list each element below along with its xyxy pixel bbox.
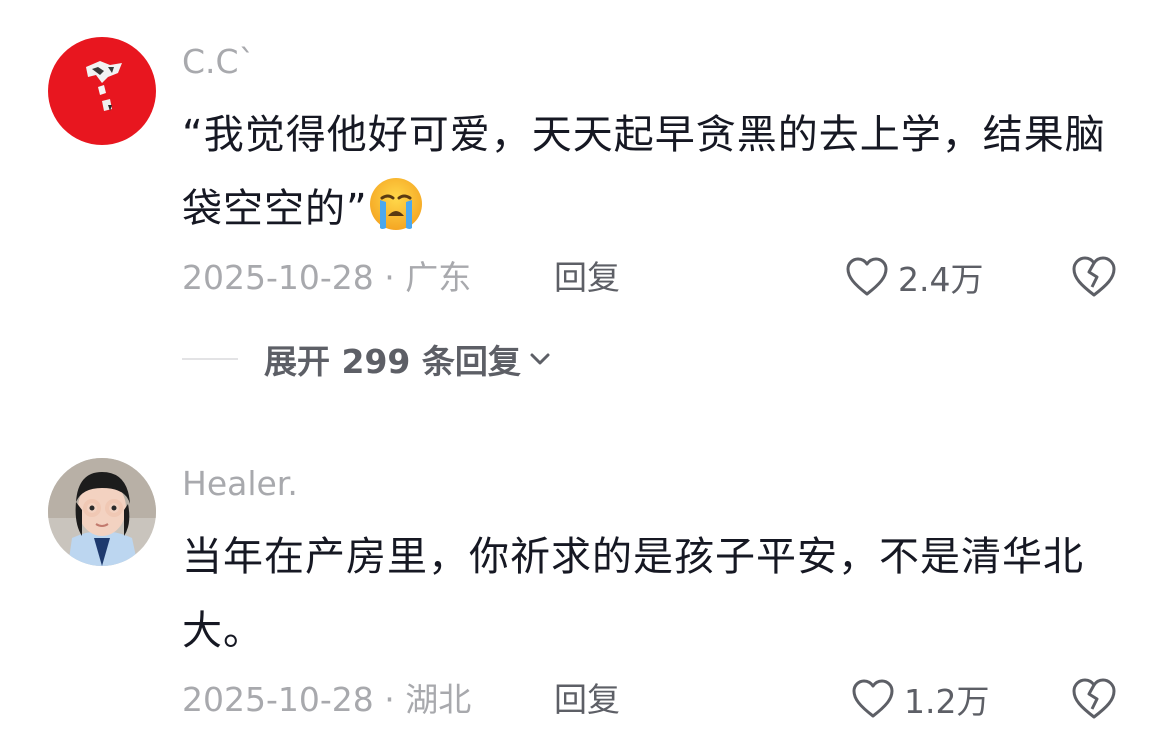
comment-item: C.C` “我觉得他好可爱，天天起早贪黑的去上学，结果脑袋空空的” 2025-1…: [0, 0, 1169, 420]
comment-meta: 2025-10-28 · 湖北 回复 1.2万: [182, 674, 1121, 724]
expand-replies: 展开 299 条回复: [182, 336, 551, 382]
reply-button[interactable]: 回复: [554, 258, 620, 298]
divider: [182, 358, 238, 360]
avatar[interactable]: [48, 458, 156, 566]
chevron-down-icon: [530, 353, 550, 365]
like-count: 1.2万: [904, 682, 990, 721]
comment-text: “我觉得他好可爱，天天起早贪黑的去上学，结果脑袋空空的”: [182, 98, 1122, 246]
comment-date-location: 2025-10-28 · 湖北: [182, 680, 472, 719]
comment-text-content: “我觉得他好可爱，天天起早贪黑的去上学，结果脑袋空空的”: [182, 112, 1106, 232]
avatar[interactable]: [48, 37, 156, 145]
dislike-button[interactable]: [1070, 676, 1118, 722]
reply-button[interactable]: 回复: [554, 680, 620, 720]
like-count: 2.4万: [898, 260, 984, 299]
username[interactable]: Healer.: [182, 464, 298, 504]
heart-icon: [852, 679, 894, 718]
dislike-button[interactable]: [1070, 254, 1118, 300]
broken-heart-icon: [1072, 256, 1116, 297]
comment-date-location: 2025-10-28 · 广东: [182, 258, 472, 297]
expand-replies-button[interactable]: 展开 299 条回复: [264, 335, 551, 383]
expand-replies-label: 展开 299 条回复: [264, 342, 521, 381]
like-button[interactable]: 1.2万: [850, 674, 989, 724]
broken-heart-icon: [1072, 678, 1116, 719]
like-button[interactable]: 2.4万: [844, 252, 983, 302]
loudly-crying-face-icon: [368, 176, 424, 232]
comment-meta: 2025-10-28 · 广东 回复 2.4万: [182, 252, 1121, 302]
username[interactable]: C.C`: [182, 42, 255, 82]
heart-icon: [846, 257, 888, 296]
comment-item: Healer. 当年在产房里，你祈求的是孩子平安，不是清华北大。 2025-10…: [0, 420, 1169, 752]
comment-text: 当年在产房里，你祈求的是孩子平安，不是清华北大。: [182, 534, 1084, 654]
